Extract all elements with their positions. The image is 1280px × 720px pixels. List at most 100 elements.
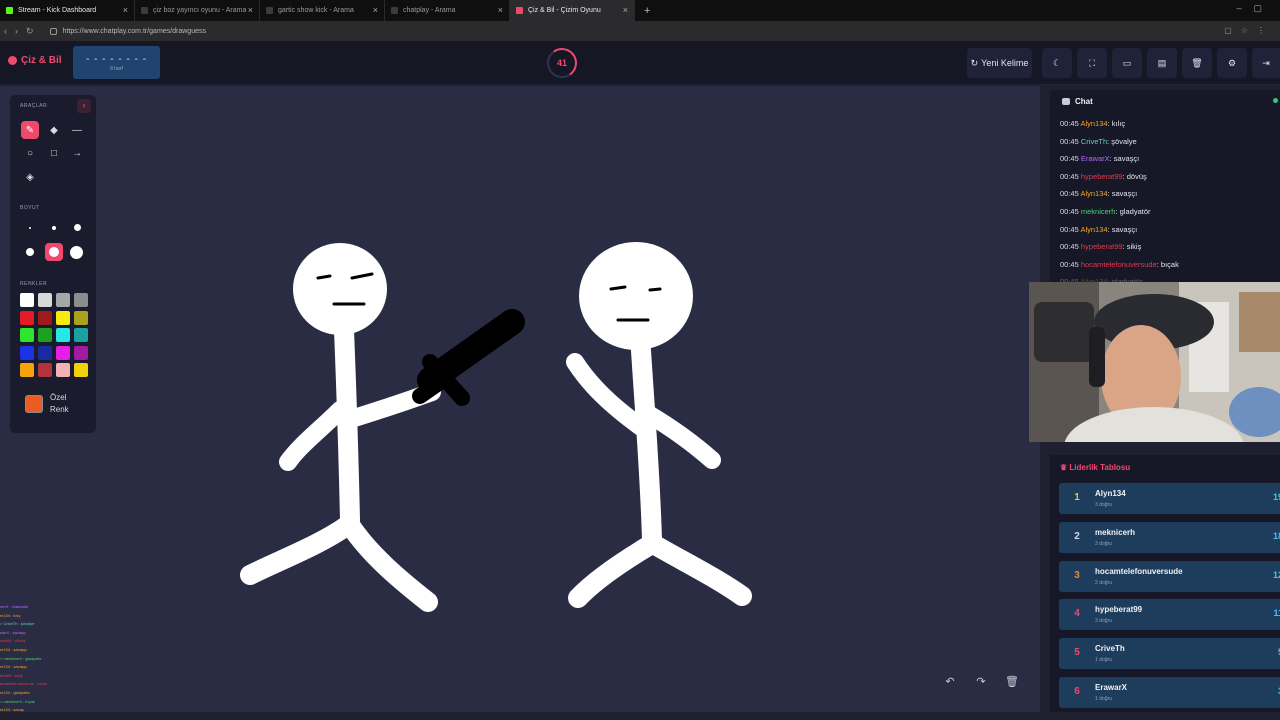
- new-tab-button[interactable]: +: [644, 5, 650, 17]
- brush-size-2[interactable]: [52, 226, 56, 230]
- circle-tool[interactable]: ○: [21, 144, 39, 162]
- close-tab-icon[interactable]: ×: [373, 5, 378, 15]
- browser-tab[interactable]: çiz boz yayıncı oyunu - Arama ×: [135, 0, 260, 21]
- clear-button[interactable]: 🗑: [1182, 48, 1212, 78]
- line-tool[interactable]: —: [68, 121, 86, 139]
- keyboard-button[interactable]: ▭: [1112, 48, 1142, 78]
- leaderboard-name: hocamtelefonuversude: [1095, 566, 1183, 576]
- chat-username[interactable]: meknicerh: [1081, 207, 1116, 216]
- gear-icon: ⚙: [1227, 57, 1237, 68]
- color-swatch[interactable]: [38, 293, 52, 307]
- color-swatch[interactable]: [56, 328, 70, 342]
- chat-username[interactable]: hocamtelefonuversude: [1081, 260, 1157, 269]
- leaderboard-row: 4 hypeberat99 3 doğru 119: [1059, 599, 1280, 631]
- color-swatch[interactable]: [20, 345, 34, 360]
- custom-color-swatch[interactable]: [25, 395, 43, 413]
- custom-color-label[interactable]: Özel Renk: [50, 392, 69, 416]
- color-swatch[interactable]: [38, 310, 52, 325]
- browser-toolbar-icons[interactable]: ▢☆⋮: [1224, 26, 1274, 35]
- close-tab-icon[interactable]: ×: [498, 5, 503, 15]
- left-figure-leg-right: [340, 515, 438, 612]
- clear-canvas-button[interactable]: 🗑: [1003, 675, 1021, 693]
- new-word-button[interactable]: ↻ Yeni Kelime: [967, 48, 1032, 78]
- color-swatch[interactable]: [74, 293, 88, 307]
- right-figure-leg-left: [568, 535, 660, 608]
- fullscreen-button[interactable]: ⛶: [1077, 48, 1107, 78]
- chat-username[interactable]: Alyn134: [1080, 225, 1107, 234]
- color-swatch[interactable]: [74, 310, 88, 325]
- webcam-image: [1029, 282, 1280, 442]
- browser-tab-bar: Stream - Kick Dashboard × çiz boz yayıncı…: [0, 0, 1280, 21]
- color-swatch[interactable]: [38, 345, 52, 360]
- window-controls[interactable]: –▢: [1236, 3, 1274, 14]
- brush-size-6[interactable]: [70, 246, 83, 259]
- leaderboard-rank: 3: [1074, 569, 1080, 581]
- rectangle-tool[interactable]: □: [45, 144, 63, 162]
- url-field[interactable]: https://www.chatplay.com.tr/games/drawgu…: [49, 27, 206, 35]
- color-swatch[interactable]: [74, 345, 88, 360]
- chat-username[interactable]: CriveTh: [1081, 137, 1107, 146]
- color-swatch[interactable]: [20, 293, 34, 307]
- eraser-tool[interactable]: ◆: [45, 121, 63, 139]
- close-tab-icon[interactable]: ×: [623, 5, 628, 15]
- stream-overlay-chat: nerX : sılamalar m134 : kılıç > CriveTh : …: [0, 603, 70, 720]
- undo-button[interactable]: ↶: [941, 675, 959, 693]
- chat-message: 00:45 CriveTh: şövalye: [1060, 137, 1137, 146]
- color-swatch[interactable]: [38, 363, 52, 377]
- crown-icon: ♛: [1060, 463, 1070, 472]
- brush-size-3[interactable]: [74, 224, 81, 231]
- chat-title: Chat: [1075, 97, 1093, 106]
- color-swatch[interactable]: [38, 328, 52, 342]
- chat-message: 00:45 Alyn134: kılıç: [1060, 119, 1125, 128]
- brush-size-4[interactable]: [26, 248, 34, 256]
- chat-username[interactable]: Alyn134: [1080, 189, 1107, 198]
- leaderboard-name: ErawarX: [1095, 683, 1128, 692]
- browser-tab-active[interactable]: Çiz & Bil - Çizim Oyunu ×: [510, 0, 635, 21]
- redo-icon: ↷: [976, 676, 986, 688]
- dark-mode-button[interactable]: ☾: [1042, 48, 1072, 78]
- nav-buttons[interactable]: ‹›↻: [0, 26, 42, 37]
- chat-username[interactable]: Alyn134: [1080, 119, 1107, 128]
- exit-button[interactable]: ⇥: [1252, 48, 1280, 78]
- close-tab-icon[interactable]: ×: [123, 5, 128, 15]
- chat-time: 00:45: [1060, 119, 1081, 128]
- color-swatch[interactable]: [56, 293, 70, 307]
- close-tab-icon[interactable]: ×: [248, 5, 253, 15]
- layout-icon: ▤: [1157, 57, 1167, 68]
- leaderboard-rank: 4: [1074, 608, 1080, 620]
- app-logo[interactable]: Çiz & Bil: [8, 55, 62, 66]
- color-swatch[interactable]: [56, 363, 70, 377]
- color-swatch[interactable]: [56, 310, 70, 325]
- chat-username[interactable]: hypeberat99: [1081, 242, 1123, 251]
- color-swatch[interactable]: [20, 310, 34, 325]
- overlay-chat-line: warX : savaşçı: [0, 629, 27, 635]
- pencil-tool[interactable]: ✎: [21, 121, 39, 139]
- arrow-tool[interactable]: →: [68, 144, 86, 162]
- color-swatch[interactable]: [20, 363, 34, 377]
- browser-tab[interactable]: gartic show kick - Arama ×: [260, 0, 385, 21]
- chat-username[interactable]: ErawarX: [1081, 154, 1110, 163]
- word-length: 8 harf: [110, 66, 123, 72]
- right-figure-leg-right: [645, 535, 752, 606]
- browser-tab[interactable]: chatplay - Arama ×: [385, 0, 510, 21]
- color-swatch[interactable]: [74, 363, 88, 377]
- chat-message: 00:45 hypeberat99: sikiş: [1060, 242, 1141, 251]
- search-favicon-icon: [266, 7, 273, 14]
- overlay-chat-line: m134 : savaşçı: [0, 646, 27, 652]
- browser-tab[interactable]: Stream - Kick Dashboard ×: [0, 0, 135, 21]
- leaderboard-name: meknicerh: [1095, 527, 1136, 537]
- collapse-panel-button[interactable]: ‹: [77, 99, 91, 113]
- redo-button[interactable]: ↷: [972, 675, 990, 693]
- chat-username[interactable]: hypeberat99: [1081, 172, 1123, 181]
- leaderboard-correct-count: 1 doğru: [1095, 657, 1112, 664]
- color-swatch[interactable]: [74, 328, 88, 342]
- layout-button[interactable]: ▤: [1147, 48, 1177, 78]
- brush-size-1[interactable]: [29, 227, 31, 229]
- color-swatch[interactable]: [20, 328, 34, 342]
- leaderboard-row: 2 meknicerh 3 doğru 188: [1059, 521, 1280, 553]
- fill-tool[interactable]: ◈: [21, 168, 39, 186]
- color-swatch[interactable]: [56, 345, 70, 360]
- canvas-drawing: [240, 242, 752, 612]
- word-hint: - - - - - - - -: [85, 54, 148, 65]
- settings-button[interactable]: ⚙: [1217, 48, 1247, 78]
